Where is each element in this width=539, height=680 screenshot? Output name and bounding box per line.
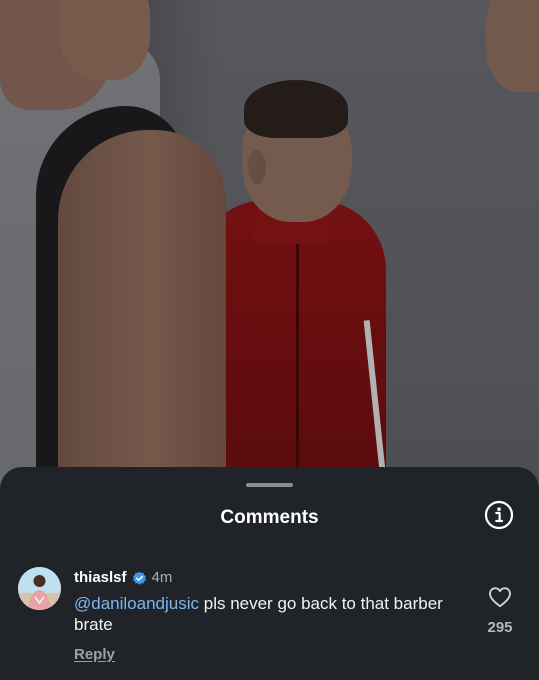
reply-button[interactable]: Reply <box>74 646 115 663</box>
verified-badge-icon <box>132 571 147 586</box>
comment-meta: thiaslsf 4m <box>74 569 172 587</box>
info-icon[interactable] <box>484 500 514 530</box>
like-count: 295 <box>487 619 513 636</box>
comment-text: @daniloandjusic pls never go back to tha… <box>74 593 474 635</box>
heart-outline-icon[interactable] <box>488 586 512 608</box>
comment-timestamp: 4m <box>151 569 173 586</box>
sheet-drag-handle[interactable] <box>246 483 293 487</box>
avatar[interactable] <box>18 567 61 610</box>
sheet-title: Comments <box>220 507 319 528</box>
screen: Comments thiaslsf 4m @daniloandjusic pls… <box>0 0 539 680</box>
comment-username[interactable]: thiaslsf <box>74 569 127 587</box>
comments-sheet: Comments thiaslsf 4m @daniloandjusic pls… <box>0 467 539 680</box>
comment-mention-link[interactable]: @daniloandjusic <box>74 594 199 613</box>
comment-item: thiaslsf 4m @daniloandjusic pls never go… <box>0 566 539 676</box>
